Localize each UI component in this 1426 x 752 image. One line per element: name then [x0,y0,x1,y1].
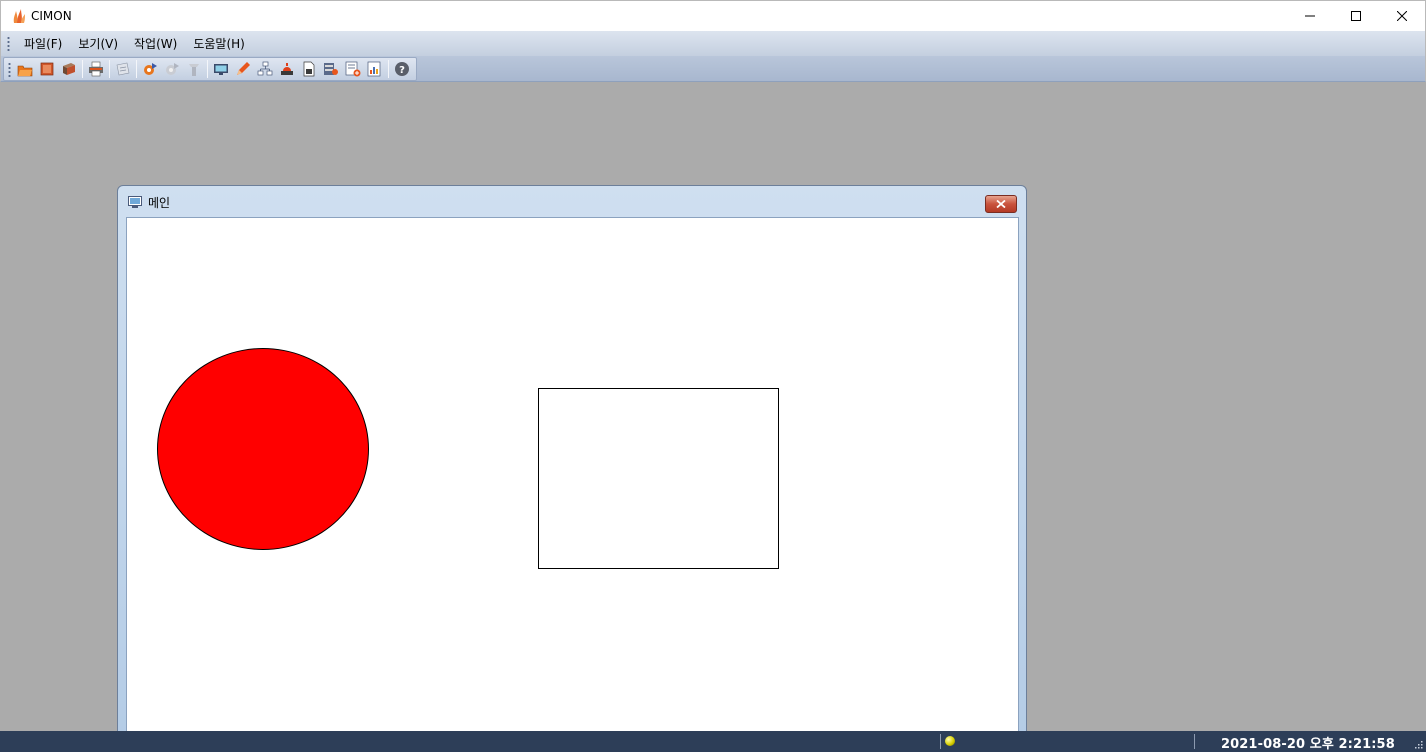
status-bar: 2021-08-20 오후 2:21:58 [0,731,1426,752]
cimon-flame-icon [13,9,25,23]
resize-grip-icon[interactable] [1413,739,1423,749]
open-project-button[interactable] [14,59,36,79]
trend-icon [189,64,199,76]
window-titlebar: CIMON [0,0,1426,31]
rectangle-shape[interactable] [538,388,779,569]
child-window-main: 메인 [117,185,1027,745]
run-icon [144,63,157,75]
toolbar-row: ? [0,56,1426,82]
tag-icon [166,63,179,75]
save-button[interactable] [58,59,80,79]
run-button[interactable] [139,59,161,79]
database-icon [324,63,338,75]
open-project-icon [17,65,33,77]
toolbar-grip[interactable] [8,61,11,77]
chart-report-button[interactable] [364,59,386,79]
svg-text:?: ? [399,65,405,76]
alarm-button[interactable] [276,59,298,79]
status-separator [1194,734,1195,749]
document-button[interactable] [298,59,320,79]
print-button[interactable] [85,59,107,79]
trend-button[interactable] [183,59,205,79]
toolbar-separator [109,60,110,78]
add-report-button[interactable] [342,59,364,79]
child-close-button[interactable] [985,195,1017,213]
menu-grip[interactable] [7,36,10,51]
status-datetime: 2021-08-20 오후 2:21:58 [1221,737,1395,752]
help-button[interactable]: ? [391,59,413,79]
maximize-icon [1351,11,1361,21]
toolbar-separator [82,60,83,78]
edit-pencil-icon [237,62,250,75]
monitor-icon [214,64,228,75]
menu-view[interactable]: 보기(V) [70,34,126,54]
edit-pencil-button[interactable] [232,59,254,79]
toolbar: ? [3,57,417,81]
status-indicator-icon [945,736,955,746]
document-icon [303,61,315,77]
stop-button[interactable] [36,59,58,79]
print-preview-icon [116,62,130,76]
screen-icon [128,196,142,208]
save-icon [63,63,75,75]
network-icon [257,61,273,76]
minimize-button[interactable] [1287,1,1333,31]
menu-help[interactable]: 도움말(H) [185,34,253,54]
help-icon: ? [395,62,409,76]
toolbar-separator [388,60,389,78]
add-report-icon [345,61,361,77]
menu-work[interactable]: 작업(W) [126,34,185,54]
window-title: CIMON [31,9,72,23]
close-button[interactable] [1379,1,1425,31]
stop-icon [40,62,54,76]
database-button[interactable] [320,59,342,79]
monitor-button[interactable] [210,59,232,79]
print-preview-button[interactable] [112,59,134,79]
maximize-button[interactable] [1333,1,1379,31]
close-icon [996,200,1006,208]
close-icon [1397,11,1407,21]
child-window-titlebar[interactable]: 메인 [118,186,1026,218]
menu-bar: 파일(F) 보기(V) 작업(W) 도움말(H) [0,31,1426,56]
screen-canvas[interactable] [126,217,1019,744]
window-controls [1287,1,1425,31]
print-icon [89,61,103,77]
tag-button[interactable] [161,59,183,79]
alarm-icon [281,63,293,75]
minimize-icon [1305,15,1315,17]
status-separator [940,734,941,749]
menu-file[interactable]: 파일(F) [16,34,70,54]
toolbar-separator [136,60,137,78]
child-window-title: 메인 [148,195,171,210]
red-circle-shape[interactable] [157,348,369,550]
chart-report-icon [367,61,381,77]
network-button[interactable] [254,59,276,79]
toolbar-separator [207,60,208,78]
